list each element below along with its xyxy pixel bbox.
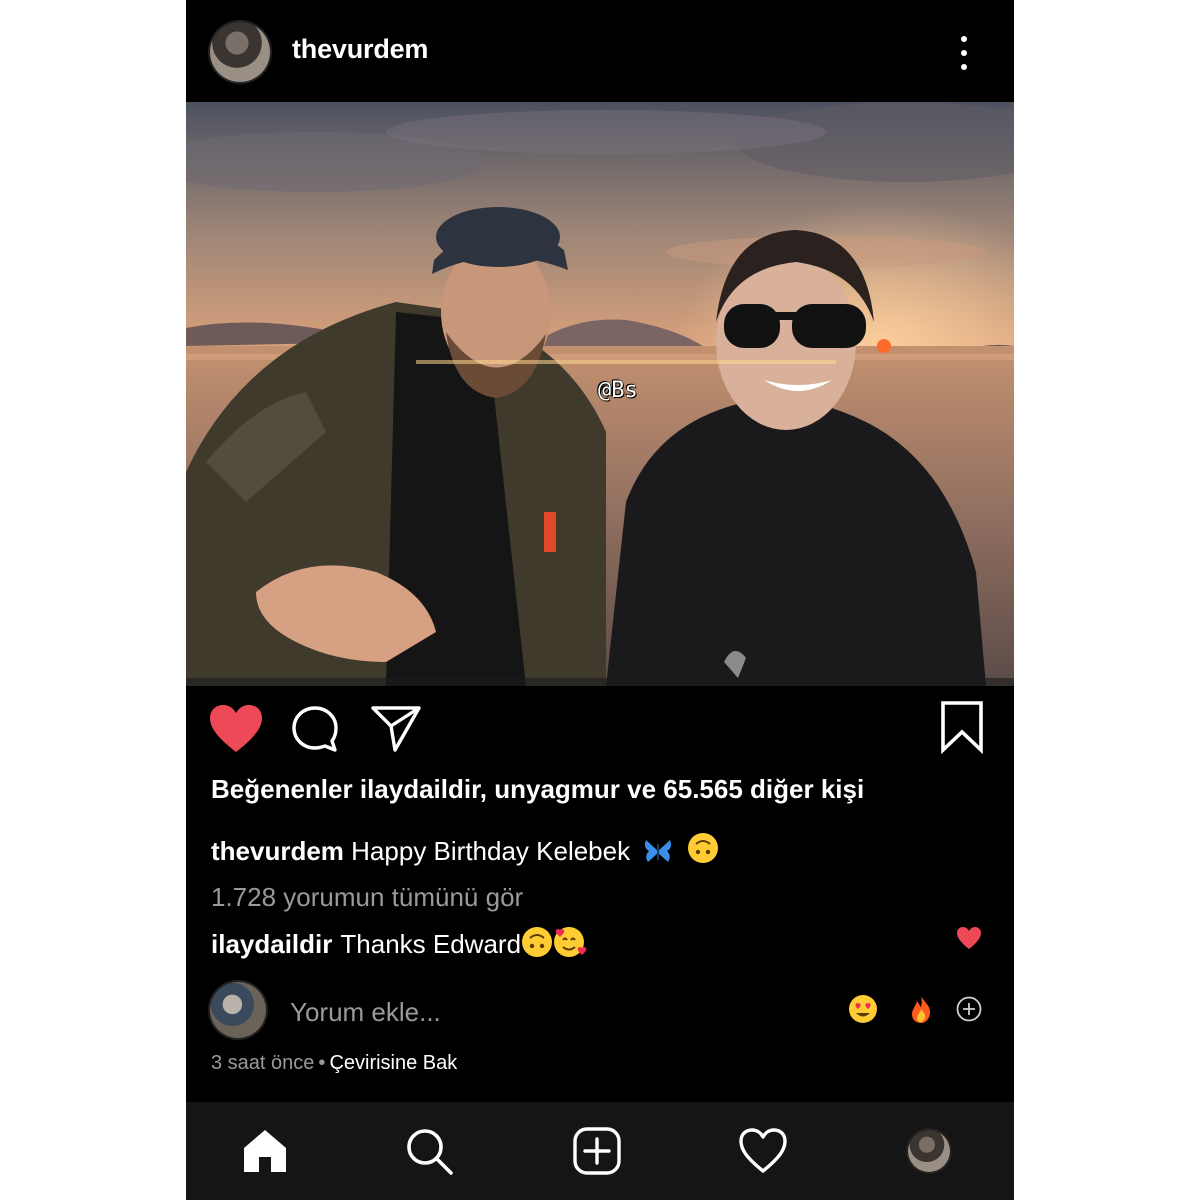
post-timestamp: 3 saat önce [211,1052,315,1074]
upside-down-face-emoji-icon [522,927,553,957]
author-avatar[interactable] [210,22,270,82]
home-icon[interactable] [240,1126,290,1176]
post-photo[interactable]: @Bs [186,102,1014,686]
share-icon[interactable] [370,702,422,754]
butterfly-emoji-icon [645,840,672,862]
add-post-icon[interactable] [572,1126,622,1176]
smiling-face-with-hearts-emoji-icon [554,927,587,957]
comment-item: ilaydaildir Thanks Edward [211,926,587,960]
add-emoji-plus-icon[interactable] [956,996,982,1022]
profile-avatar[interactable] [908,1130,950,1172]
action-bar [186,686,1014,770]
bookmark-icon[interactable] [938,700,986,754]
comment-username[interactable]: ilaydaildir [211,929,332,959]
post-meta: 3 saat önce • Çevirisine Bak [211,1052,457,1075]
bottom-navigation [186,1102,1014,1200]
heart-eyes-emoji-icon[interactable] [848,994,878,1024]
search-icon[interactable] [404,1126,454,1176]
comment-text: Thanks Edward [340,929,522,959]
likes-text[interactable]: ilaydaildir, unyagmur ve 65.565 diğer ki… [360,774,864,804]
current-user-avatar [210,982,266,1038]
caption-text: Happy Birthday Kelebek [351,836,631,866]
post-header: thevurdem [186,0,1014,102]
fire-emoji-icon[interactable] [906,994,936,1024]
likes-summary[interactable]: Beğenenler ilaydaildir, unyagmur ve 65.5… [211,774,864,805]
upside-down-face-emoji-icon [687,833,718,863]
comment-icon[interactable] [290,704,340,754]
meta-separator: • [318,1052,326,1074]
see-translation-link[interactable]: Çevirisine Bak [329,1052,457,1074]
post-caption: thevurdem Happy Birthday Kelebek [211,832,719,867]
add-comment-input[interactable] [288,994,672,1030]
author-username[interactable]: thevurdem [292,34,428,65]
view-all-comments-link[interactable]: 1.728 yorumun tümünü gör [211,882,523,913]
photo-watermark: @Bs [598,378,638,403]
caption-username[interactable]: thevurdem [211,836,344,866]
instagram-post-screen: thevurdem @Bs Beğenenler ilaydaildir, un… [186,0,1014,1200]
activity-heart-icon[interactable] [738,1126,788,1176]
heart-filled-icon[interactable] [208,704,264,754]
likes-prefix: Beğenenler [211,774,353,804]
more-options-icon[interactable] [956,36,972,70]
comment-like-heart-icon[interactable] [956,926,982,950]
